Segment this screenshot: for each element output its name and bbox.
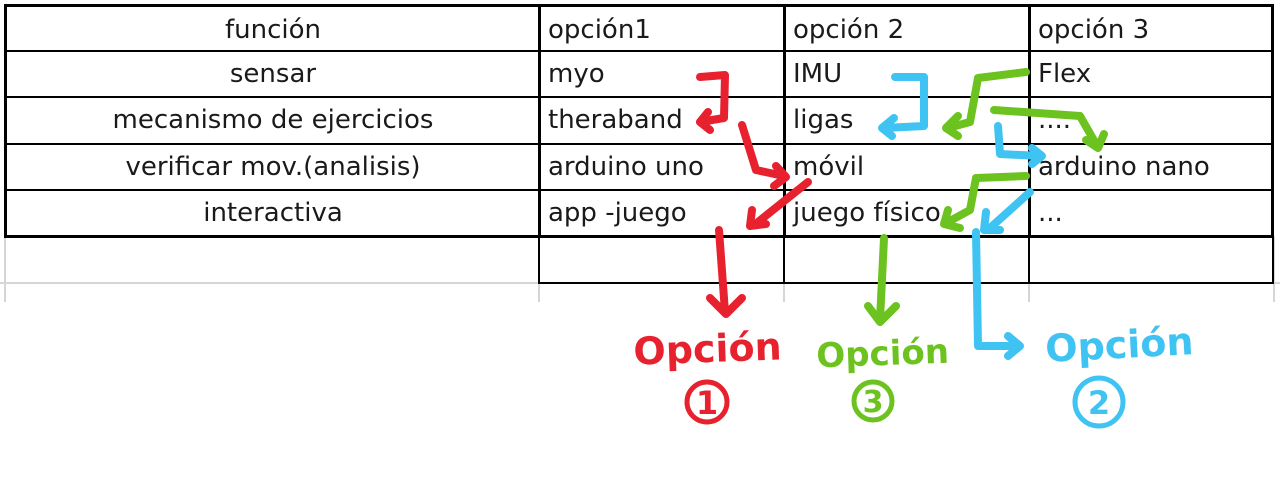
cell-option2[interactable]: IMU <box>783 51 1029 98</box>
option3-number-text: 3 <box>863 385 884 420</box>
label-option2: Opción 2 <box>1044 319 1194 429</box>
cell-empty[interactable] <box>1028 236 1274 284</box>
cell-option1-header[interactable]: opción1 <box>538 4 784 52</box>
cell-function[interactable]: interactiva <box>4 190 539 238</box>
cell-option2[interactable]: móvil <box>783 144 1029 191</box>
option3-number-circle <box>851 379 895 423</box>
cell-empty[interactable] <box>783 236 1029 284</box>
cell-function[interactable]: sensar <box>4 51 539 98</box>
option2-number-text: 2 <box>1088 384 1110 422</box>
option1-number-circle <box>684 379 730 425</box>
label-option3: Opción 3 <box>816 332 950 423</box>
label-option1: Opción 1 <box>633 324 783 425</box>
cell-option2[interactable]: juego físico <box>783 190 1029 238</box>
gridline <box>538 282 540 302</box>
cell-option1[interactable]: theraband <box>538 97 784 145</box>
gridline <box>783 282 785 302</box>
spreadsheet-screenshot: función opción1 opción 2 opción 3 sensar… <box>0 0 1280 489</box>
cell-option1[interactable]: myo <box>538 51 784 98</box>
cell-function[interactable]: mecanismo de ejercicios <box>4 97 539 145</box>
cell-empty[interactable] <box>538 236 784 284</box>
cell-option3-header[interactable]: opción 3 <box>1028 4 1274 52</box>
gridline <box>1028 282 1030 302</box>
cell-option1[interactable]: app -juego <box>538 190 784 238</box>
cell-option1[interactable]: arduino uno <box>538 144 784 191</box>
cell-function-header[interactable]: función <box>4 4 539 52</box>
option1-number-text: 1 <box>696 384 718 422</box>
gridline <box>4 236 6 302</box>
option3-label-text: Opción <box>816 332 950 377</box>
cell-option2[interactable]: ligas <box>783 97 1029 145</box>
option1-label-text: Opción <box>633 324 783 373</box>
cell-option3[interactable]: arduino nano <box>1028 144 1274 191</box>
option2-number-circle <box>1072 375 1126 429</box>
cell-option3[interactable]: ... <box>1028 190 1274 238</box>
cell-option3[interactable]: .... <box>1028 97 1274 145</box>
cell-option2-header[interactable]: opción 2 <box>783 4 1029 52</box>
cell-function[interactable]: verificar mov.(analisis) <box>4 144 539 191</box>
cell-option3[interactable]: Flex <box>1028 51 1274 98</box>
option2-label-text: Opción <box>1044 319 1194 371</box>
